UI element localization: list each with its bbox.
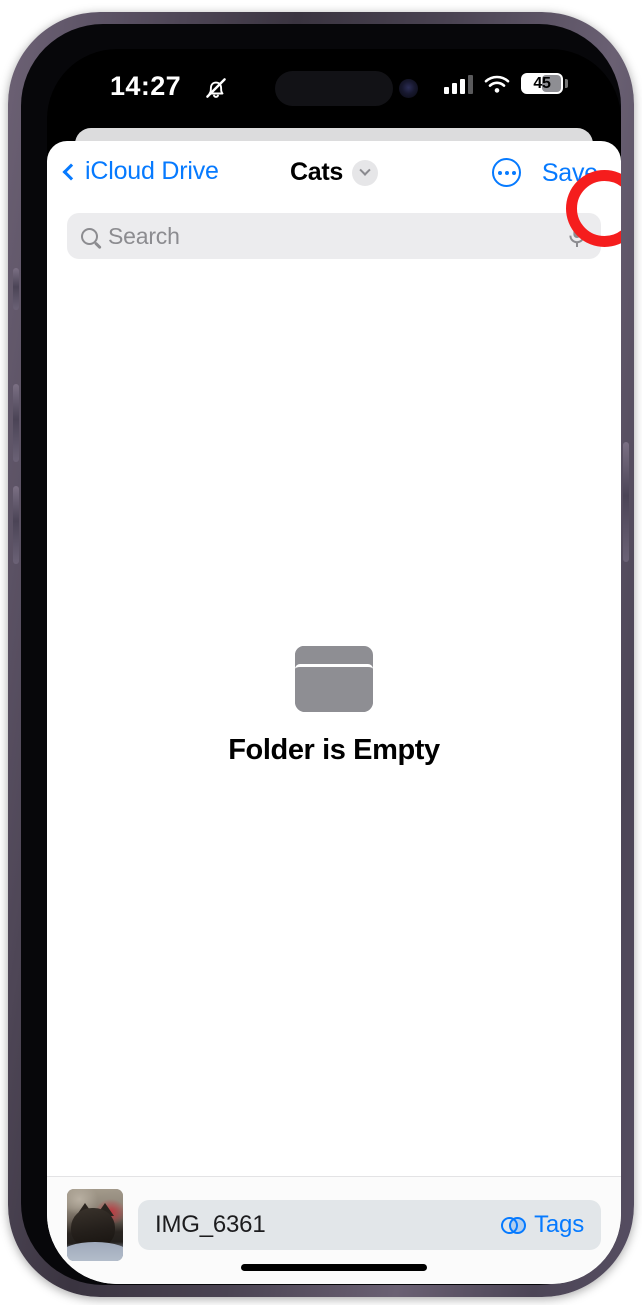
phone-bezel: 14:27 45 iCloud Drive Cats Save Search F… <box>21 24 621 1285</box>
power-button[interactable] <box>623 442 629 562</box>
ellipsis-dot <box>504 170 509 175</box>
dynamic-island <box>275 71 393 106</box>
home-indicator[interactable] <box>241 1264 427 1271</box>
status-indicators: 45 <box>444 73 568 94</box>
navigation-bar: iCloud Drive Cats Save <box>47 141 621 207</box>
save-to-files-sheet: iCloud Drive Cats Save Search Folder is … <box>47 141 621 1284</box>
front-camera-icon <box>399 79 418 98</box>
filename-input[interactable]: IMG_6361 <box>155 1211 501 1239</box>
cellular-bars-icon <box>444 74 473 94</box>
chevron-down-icon[interactable] <box>352 159 378 186</box>
title-menu-button[interactable]: Cats <box>290 158 378 187</box>
bottom-toolbar: IMG_6361 Tags <box>47 1176 621 1284</box>
search-bar[interactable]: Search <box>67 213 601 259</box>
screenshot-stage: 14:27 45 iCloud Drive Cats Save Search F… <box>0 0 642 1305</box>
back-button-label: iCloud Drive <box>85 157 219 185</box>
folder-front <box>295 664 373 712</box>
photo-thumbnail <box>67 1189 123 1261</box>
tags-button[interactable]: Tags <box>501 1211 584 1239</box>
more-options-button[interactable] <box>492 158 521 187</box>
bell-slash-icon <box>206 78 226 98</box>
back-button[interactable]: iCloud Drive <box>62 157 219 186</box>
microphone-icon[interactable] <box>567 223 587 250</box>
battery-level: 45 <box>533 74 551 92</box>
filename-field[interactable]: IMG_6361 Tags <box>138 1200 601 1250</box>
folder-icon <box>295 646 373 712</box>
action-button[interactable] <box>13 268 19 310</box>
phone-frame: 14:27 45 iCloud Drive Cats Save Search F… <box>8 12 634 1297</box>
battery-indicator: 45 <box>521 73 568 94</box>
tags-circles-icon <box>501 1216 527 1234</box>
volume-down-button[interactable] <box>13 486 19 564</box>
tags-button-label: Tags <box>534 1211 584 1238</box>
ellipsis-dot <box>497 170 502 175</box>
chevron-left-icon <box>62 163 80 180</box>
status-time: 14:27 <box>110 71 182 101</box>
ellipsis-dot <box>511 170 516 175</box>
phone-screen: 14:27 45 iCloud Drive Cats Save Search F… <box>47 49 621 1284</box>
save-button[interactable]: Save <box>542 159 598 188</box>
empty-state-label: Folder is Empty <box>228 734 440 766</box>
search-icon <box>81 227 98 245</box>
empty-state: Folder is Empty <box>47 646 621 767</box>
volume-up-button[interactable] <box>13 384 19 462</box>
search-input[interactable]: Search <box>108 223 557 250</box>
wifi-icon <box>484 75 510 93</box>
bottom-toolbar-row: IMG_6361 Tags <box>47 1177 621 1261</box>
page-title: Cats <box>290 158 343 186</box>
